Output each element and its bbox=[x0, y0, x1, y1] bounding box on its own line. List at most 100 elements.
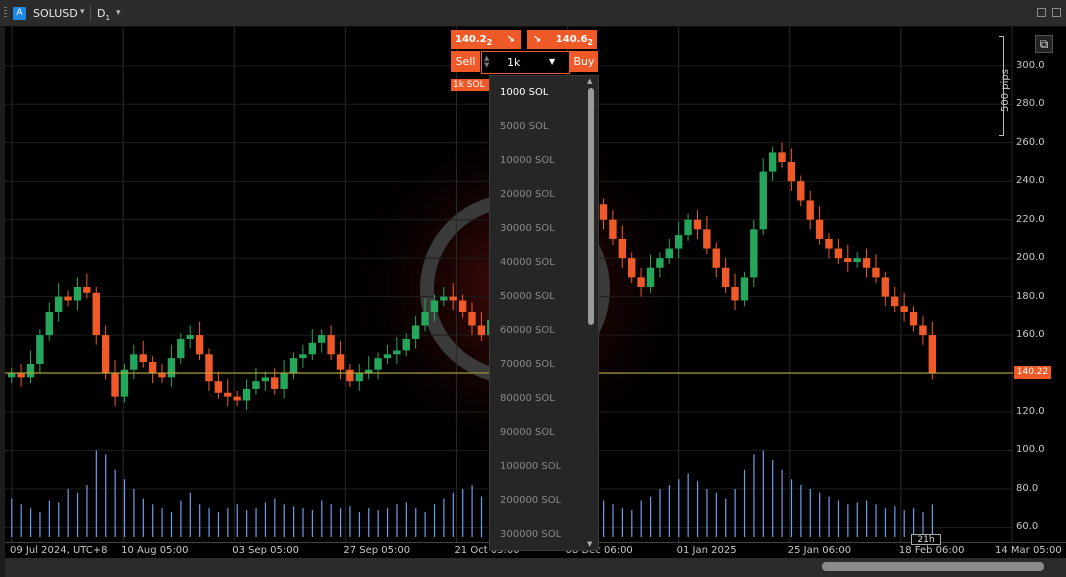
candle-body bbox=[628, 258, 636, 278]
candle-body bbox=[26, 363, 35, 378]
scrollbar-thumb[interactable] bbox=[822, 562, 1044, 571]
dropdown-scrollbar-thumb[interactable] bbox=[588, 88, 594, 325]
candle-body bbox=[224, 392, 232, 397]
volume-option[interactable]: 200000 SOL bbox=[500, 495, 561, 506]
scroll-up-icon[interactable]: ▲ bbox=[587, 77, 592, 85]
volume-bar bbox=[386, 508, 389, 537]
volume-option[interactable]: 80000 SOL bbox=[500, 393, 555, 404]
candle-body bbox=[242, 388, 251, 401]
symbol-type-icon: A bbox=[13, 7, 26, 20]
candle-body bbox=[599, 204, 608, 220]
detach-window-icon[interactable] bbox=[1037, 8, 1046, 17]
price-tick-label: 120.0 bbox=[1016, 406, 1045, 417]
candle-body bbox=[64, 296, 72, 301]
candle-body bbox=[280, 373, 288, 389]
volume-option[interactable]: 20000 SOL bbox=[500, 189, 555, 200]
volume-bar bbox=[302, 508, 304, 537]
position-badge[interactable]: 1k SOL bbox=[451, 79, 491, 91]
volume-bar bbox=[396, 504, 398, 537]
candle-body bbox=[684, 219, 692, 236]
sell-price-button[interactable]: 140.22 ↘ bbox=[451, 30, 521, 49]
candle-body bbox=[177, 338, 185, 359]
candle-body bbox=[768, 152, 777, 172]
volume-option[interactable]: 300000 SOL bbox=[500, 529, 561, 540]
candle-body bbox=[148, 362, 157, 374]
volume-bar bbox=[415, 508, 417, 537]
symbol-selector[interactable]: SOLUSD bbox=[33, 7, 78, 20]
volume-bar bbox=[828, 496, 830, 537]
price-tick-label: 300.0 bbox=[1016, 59, 1045, 71]
buy-button[interactable]: Buy bbox=[570, 51, 598, 72]
candle-body bbox=[740, 277, 749, 301]
candle-body bbox=[355, 373, 363, 382]
candle-body bbox=[891, 296, 899, 307]
candle-body bbox=[195, 335, 204, 355]
candle-body bbox=[844, 258, 852, 262]
price-tick-label: 220.0 bbox=[1016, 213, 1045, 225]
chevron-down-icon[interactable]: ▼ bbox=[549, 57, 555, 66]
volume-bar bbox=[368, 508, 370, 537]
buy-price-button[interactable]: ↘ 140.62 bbox=[527, 30, 597, 49]
volume-select[interactable]: ▲ ▼ 1k ▼ bbox=[481, 51, 570, 74]
volume-option[interactable]: 10000 SOL bbox=[500, 155, 555, 166]
maximize-window-icon[interactable] bbox=[1052, 8, 1061, 17]
volume-bar bbox=[800, 485, 802, 537]
sell-price-pip: 2 bbox=[486, 38, 493, 47]
candle-body bbox=[393, 350, 401, 355]
volume-bar bbox=[283, 504, 285, 537]
volume-bar bbox=[884, 508, 887, 537]
timeframe-selector[interactable]: D1 bbox=[97, 7, 110, 22]
popout-icon[interactable]: ⧉ bbox=[1035, 35, 1053, 53]
candle-body bbox=[815, 219, 824, 239]
volume-option[interactable]: 1000 SOL bbox=[500, 87, 548, 98]
volume-bar bbox=[781, 469, 783, 537]
volume-bar bbox=[358, 512, 360, 537]
volume-bar bbox=[443, 498, 445, 537]
volume-option[interactable]: 60000 SOL bbox=[500, 325, 555, 336]
volume-stepper-icon[interactable]: ▲ ▼ bbox=[484, 55, 489, 69]
candle-body bbox=[797, 181, 805, 201]
volume-bar bbox=[133, 488, 135, 537]
volume-bar bbox=[603, 500, 605, 537]
volume-bar bbox=[790, 479, 793, 537]
candle-body bbox=[36, 335, 44, 364]
price-tick-label: 160.0 bbox=[1016, 329, 1045, 341]
volume-bar bbox=[255, 508, 257, 537]
volume-bar bbox=[659, 488, 661, 537]
chevron-down-icon[interactable]: ▾ bbox=[116, 8, 121, 18]
volume-option[interactable]: 90000 SOL bbox=[500, 427, 555, 438]
volume-option[interactable]: 70000 SOL bbox=[500, 359, 555, 370]
volume-bar bbox=[696, 481, 699, 537]
volume-bar bbox=[894, 506, 896, 537]
candle-body bbox=[721, 267, 730, 287]
volume-option[interactable]: 30000 SOL bbox=[500, 223, 555, 234]
volume-bar bbox=[649, 496, 652, 537]
volume-bar bbox=[706, 488, 708, 537]
volume-bar bbox=[29, 508, 32, 537]
pips-label: 500 pips bbox=[999, 69, 1011, 112]
volume-option[interactable]: 5000 SOL bbox=[500, 121, 548, 132]
volume-bar bbox=[903, 510, 905, 537]
candle-body bbox=[73, 287, 82, 301]
price-tick-label: 80.0 bbox=[1016, 482, 1039, 494]
volume-option[interactable]: 50000 SOL bbox=[500, 291, 555, 302]
time-tick-label: 01 Jan 2025 bbox=[676, 545, 737, 556]
candle-body bbox=[806, 200, 814, 220]
candle-body bbox=[402, 338, 410, 351]
candle-body bbox=[477, 325, 486, 336]
candle-body bbox=[186, 335, 194, 339]
volume-option[interactable]: 100000 SOL bbox=[500, 461, 561, 472]
sell-button[interactable]: Sell bbox=[451, 51, 480, 72]
candle-countdown: 21h bbox=[911, 534, 941, 545]
volume-option[interactable]: 40000 SOL bbox=[500, 257, 555, 268]
drag-handle-icon[interactable] bbox=[4, 7, 7, 19]
volume-bar bbox=[311, 510, 314, 537]
horizontal-scrollbar[interactable] bbox=[5, 558, 1066, 577]
volume-bar bbox=[76, 492, 79, 537]
time-tick-label: 18 Feb 06:00 bbox=[898, 545, 965, 556]
scroll-down-icon[interactable]: ▼ bbox=[587, 540, 592, 548]
candle-body bbox=[637, 277, 645, 287]
price-axis[interactable]: 300.0 280.0 260.0 240.0 220.0 200.0 180.0 160.0… bbox=[1013, 27, 1066, 542]
arrow-down-right-icon: ↘ bbox=[506, 34, 515, 45]
chevron-down-icon[interactable]: ▾ bbox=[80, 7, 85, 17]
